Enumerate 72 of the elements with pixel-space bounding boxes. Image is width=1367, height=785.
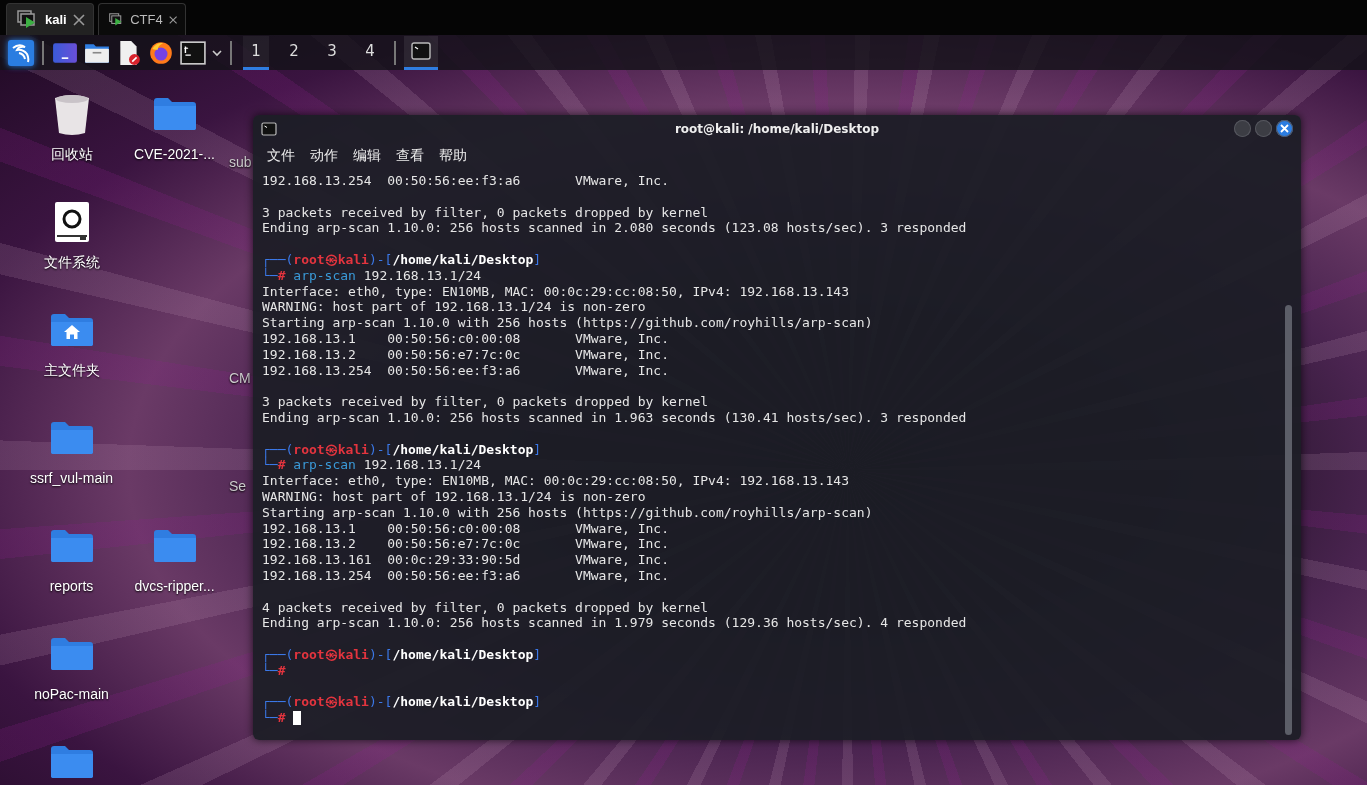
terminal-output-line: WARNING: host part of 192.168.13.1/24 is non-zero [262, 299, 646, 316]
prompt-line: ┌──(root㉿kali)-[/home/kali/Desktop] [262, 252, 542, 268]
terminal-output-line: 192.168.13.2 00:50:56:e7:7c:0c VMware, Inc. [262, 346, 669, 363]
close-icon[interactable] [168, 13, 177, 26]
desktop-icon-label[interactable]: ssrf_vul-main [29, 470, 114, 486]
terminal-task-button[interactable] [404, 35, 438, 70]
workspace-button[interactable]: 2 [281, 35, 307, 70]
folder-icon [152, 97, 197, 131]
folder-icon [152, 529, 197, 563]
menu-item[interactable]: 编辑 [353, 147, 381, 165]
firefox-icon[interactable] [148, 39, 174, 66]
desktop-icon-label[interactable]: CVE-2021-... [134, 146, 215, 162]
terminal-icon [411, 42, 431, 60]
desktop-icon-label[interactable]: noPac-main [34, 686, 109, 702]
terminal-output-line: 3 packets received by filter, 0 packets dropped by kernel [262, 394, 709, 410]
desktop-icon-label[interactable]: Se [229, 478, 247, 494]
caret-icon[interactable] [212, 48, 222, 57]
command-line: └─# arp-scan 192.168.13.1/24 [262, 457, 482, 474]
close-icon [1280, 124, 1289, 133]
close-button[interactable] [1276, 120, 1293, 137]
command-line: └─# arp-scan 192.168.13.1/24 [262, 267, 482, 284]
vm-tab[interactable]: CTF4 [98, 3, 186, 35]
terminal-output-line: 192.168.13.161 00:0c:29:33:90:5d VMware, Inc. [262, 552, 669, 568]
desktop-icon-label[interactable]: sub [229, 154, 252, 170]
terminal-output-line: 192.168.13.1 00:50:56:c0:00:08 VMware, Inc. [262, 330, 669, 347]
terminal-output-line: 192.168.13.2 00:50:56:e7:7c:0c VMware, Inc. [262, 536, 669, 553]
workspace-button[interactable]: 4 [357, 35, 383, 70]
desktop-icon-label[interactable]: dvcs-ripper... [134, 578, 215, 594]
workspace-button[interactable]: 1 [243, 35, 269, 70]
command-line: └─# [262, 662, 286, 679]
desktop-icon-label[interactable]: 文件系统 [43, 254, 100, 272]
terminal-output-line: 4 packets received by filter, 0 packets dropped by kernel [262, 599, 709, 616]
window-title: root@kali: /home/kali/Desktop [674, 121, 880, 136]
prompt-line: ┌──(root㉿kali)-[/home/kali/Desktop] [262, 694, 542, 710]
prompt-line: ┌──(root㉿kali)-[/home/kali/Desktop] [262, 441, 542, 458]
terminal-output-line: Starting arp-scan 1.10.0 with 256 hosts (https://github.com/royhills/arp-scan) [262, 315, 873, 331]
terminal-output-line: Starting arp-scan 1.10.0 with 256 hosts (https://github.com/royhills/arp-scan) [262, 504, 873, 521]
terminal-output-line: Interface: eth0, type: EN10MB, MAC: 00:0c:29:cc:08:50, IPv4: 192.168.13.143 [262, 283, 849, 300]
terminal-output-line: 192.168.13.254 00:50:56:ee:f3:a6 VMware, Inc. [262, 173, 669, 189]
terminal-output-line: 192.168.13.254 00:50:56:ee:f3:a6 VMware, Inc. [262, 362, 669, 379]
folder-icon [49, 637, 94, 671]
terminal-output-line: Interface: eth0, type: EN10MB, MAC: 00:0c:29:cc:08:50, IPv4: 192.168.13.143 [262, 473, 849, 489]
folder-icon [49, 745, 94, 779]
vm-tab[interactable]: kali [6, 3, 94, 35]
terminal-icon[interactable] [180, 39, 206, 66]
menu-item[interactable]: 查看 [396, 147, 424, 165]
desktop-icon-label[interactable]: 回收站 [50, 146, 93, 164]
terminal-output-line: 192.168.13.1 00:50:56:c0:00:08 VMware, Inc. [262, 520, 669, 537]
folder-icon [49, 421, 94, 455]
menu-item[interactable]: 帮助 [439, 147, 467, 165]
terminal-output-line: Ending arp-scan 1.10.0: 256 hosts scanned in 1.979 seconds (129.36 hosts/sec). 4 responded [262, 615, 967, 632]
close-icon[interactable] [73, 13, 85, 26]
desktop-icon-label[interactable]: reports [49, 578, 94, 594]
terminal-output-line: 192.168.13.254 00:50:56:ee:f3:a6 VMware, Inc. [262, 567, 669, 584]
terminal-output-line: Ending arp-scan 1.10.0: 256 hosts scanned in 1.963 seconds (130.41 hosts/sec). 3 responded [262, 409, 967, 426]
dragon-menu-icon[interactable] [8, 39, 34, 66]
drive-icon [53, 201, 90, 243]
terminal-output-line: WARNING: host part of 192.168.13.1/24 is non-zero [262, 488, 646, 505]
home-folder-icon [49, 313, 94, 347]
terminal-output-line: Ending arp-scan 1.10.0: 256 hosts scanned in 2.080 seconds (123.08 hosts/sec). 3 responded [262, 220, 967, 237]
trash-icon [52, 92, 91, 136]
prompt-line: ┌──(root㉿kali)-[/home/kali/Desktop] [262, 646, 542, 663]
terminal-icon [261, 121, 277, 136]
scrollbar-thumb[interactable] [1285, 305, 1292, 735]
desktop-icon-label[interactable]: 主文件夹 [43, 362, 100, 380]
menu-item[interactable]: 动作 [310, 147, 338, 165]
folder-icon [49, 529, 94, 563]
command-line: └─# [262, 710, 286, 726]
desktop-icon-label[interactable]: CM [229, 370, 251, 386]
terminal-output-line: 3 packets received by filter, 0 packets dropped by kernel [262, 204, 709, 221]
menu-item[interactable]: 文件 [267, 147, 295, 165]
workspace-button[interactable]: 3 [319, 35, 345, 70]
